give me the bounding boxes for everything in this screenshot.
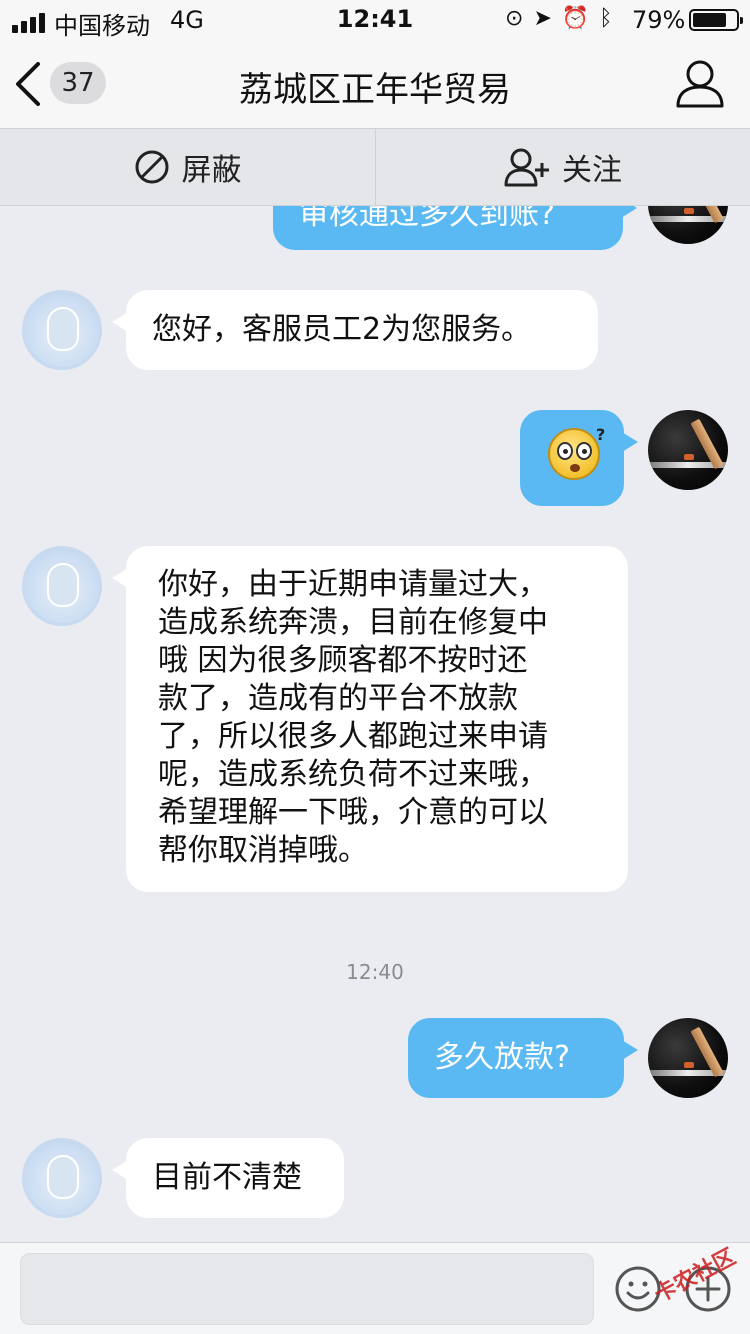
block-label: 屏蔽 (181, 153, 242, 188)
message-text: 目前不清楚 (152, 1160, 302, 1195)
user-icon (676, 60, 724, 108)
message-bubble-outgoing[interactable]: 多久放款? (408, 1018, 638, 1098)
message-line: 呢，造成系统负荷不过来哦， (158, 757, 548, 792)
message-line: 款了，造成有的平台不放款 (158, 681, 518, 716)
battery-icon (689, 9, 743, 31)
chat-title: 荔城区正年华贸易 (239, 70, 511, 110)
message-line: 你好，由于近期申请量过大， (158, 567, 548, 602)
message-bubble-incoming[interactable]: 您好，客服员工2为您服务。 (112, 290, 598, 370)
message-bubble-incoming[interactable]: 你好，由于近期申请量过大， 造成系统奔溃，目前在修复中 哦 因为很多顾客都不按时… (112, 546, 628, 892)
battery-percent: 79% (632, 6, 686, 34)
message-bubble-outgoing[interactable]: 审核通过多久到账? (273, 206, 637, 250)
my-avatar[interactable] (648, 1018, 728, 1098)
service-avatar[interactable] (22, 546, 102, 626)
block-button[interactable]: 屏蔽 (0, 129, 375, 205)
service-avatar[interactable] (22, 290, 102, 370)
back-button[interactable]: 37 (10, 50, 110, 116)
confused-emoji-icon: ? (548, 425, 605, 480)
battery-fill (693, 13, 726, 27)
service-avatar[interactable] (22, 1138, 102, 1218)
follow-button[interactable]: 关注 (375, 129, 750, 205)
my-avatar[interactable] (648, 410, 728, 490)
chevron-left-icon (16, 62, 40, 106)
bluetooth-icon: ᛒ (599, 6, 613, 31)
chat-area[interactable]: 审核通过多久到账? 您好，客服员工2为您服务。 ? 你好，由于近期申请量过大， … (0, 206, 750, 1242)
unread-count-badge: 37 (50, 62, 106, 104)
status-icons: ⊙ ➤ ⏰ ᛒ (505, 6, 612, 31)
my-avatar[interactable] (648, 206, 728, 244)
message-line: 了，所以很多人都跑过来申请 (158, 719, 548, 754)
message-line: 希望理解一下哦，介意的可以 (158, 795, 548, 830)
input-bar (0, 1242, 750, 1334)
message-line: 哦 因为很多顾客都不按时还 (158, 643, 528, 678)
message-line: 帮你取消掉哦。 (158, 833, 368, 868)
message-text: 审核通过多久到账? (299, 206, 555, 232)
message-text: 您好，客服员工2为您服务。 (152, 312, 532, 347)
follow-label: 关注 (562, 153, 622, 188)
message-text: 多久放款? (434, 1040, 570, 1075)
message-bubble-outgoing[interactable]: ? (520, 410, 638, 506)
orientation-lock-icon: ⊙ (505, 6, 524, 31)
nav-bar: 37 荔城区正年华贸易 (0, 40, 750, 128)
profile-button[interactable] (672, 56, 728, 112)
add-user-icon (504, 148, 549, 187)
action-bar: 屏蔽 关注 (0, 128, 750, 206)
message-timestamp: 12:40 (346, 960, 404, 984)
message-bubble-incoming[interactable]: 目前不清楚 (112, 1138, 344, 1218)
block-icon (135, 150, 168, 184)
alarm-icon: ⏰ (561, 6, 590, 31)
status-bar: 中国移动 4G 12:41 ⊙ ➤ ⏰ ᛒ 79% (0, 0, 750, 40)
message-line: 造成系统奔溃，目前在修复中 (158, 605, 548, 640)
location-icon: ➤ (533, 6, 552, 31)
message-input[interactable] (20, 1253, 594, 1325)
